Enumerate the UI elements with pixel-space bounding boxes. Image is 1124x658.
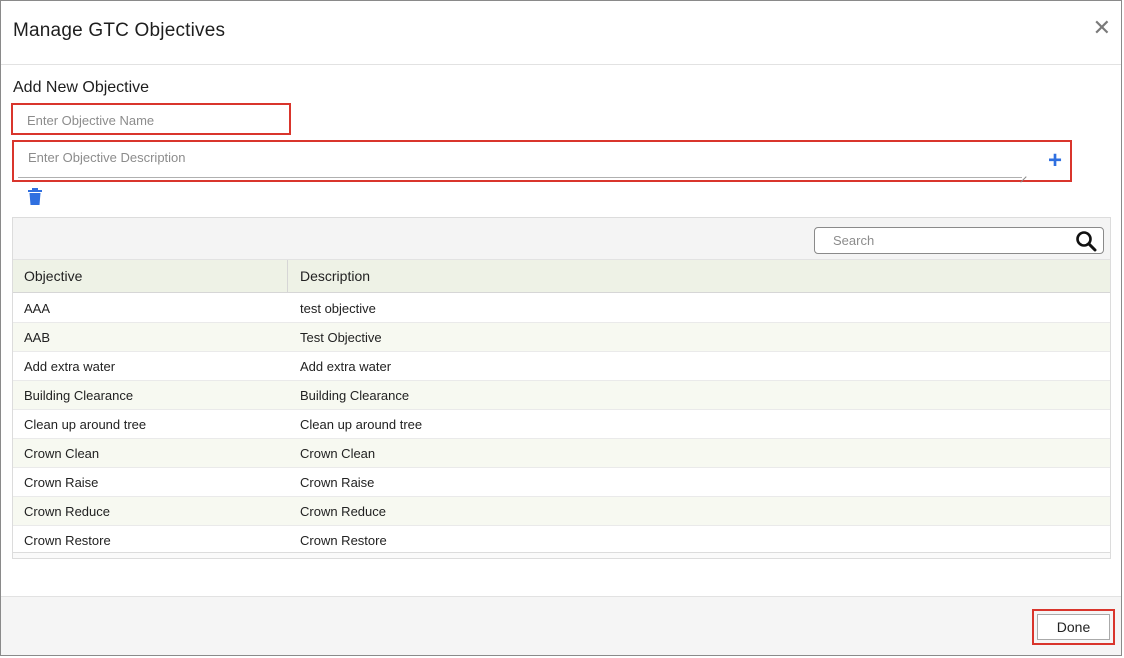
objective-description-highlight: + — [12, 140, 1072, 183]
description-cell: Crown Restore — [300, 533, 387, 548]
table-row[interactable]: Building Clearance Building Clearance — [13, 381, 1110, 410]
objective-cell: Crown Raise — [24, 475, 99, 490]
search-icon[interactable] — [1075, 230, 1097, 252]
grid-toolbar — [13, 218, 1110, 260]
table-row[interactable]: Crown Clean Crown Clean — [13, 439, 1110, 468]
description-cell: test objective — [300, 301, 376, 316]
table-row[interactable]: Crown Reduce Crown Reduce — [13, 497, 1110, 526]
table-row[interactable]: AAA test objective — [13, 294, 1110, 323]
description-cell: Clean up around tree — [300, 417, 423, 432]
dialog-header: Manage GTC Objectives ✕ — [1, 1, 1121, 65]
plus-icon[interactable]: + — [1043, 148, 1067, 174]
done-button[interactable]: Done — [1037, 614, 1110, 640]
objective-cell: AAB — [24, 330, 51, 345]
close-icon[interactable]: ✕ — [1093, 17, 1111, 39]
table-row[interactable]: Clean up around tree Clean up around tre… — [13, 410, 1110, 439]
description-cell: Crown Clean — [300, 446, 376, 461]
description-cell: Crown Raise — [300, 475, 375, 490]
objective-cell: AAA — [24, 301, 51, 316]
dialog-title: Manage GTC Objectives — [13, 20, 226, 41]
description-cell: Building Clearance — [300, 388, 410, 403]
search-box — [814, 227, 1104, 254]
objective-cell: Clean up around tree — [24, 417, 147, 432]
grid-footer — [13, 552, 1110, 558]
objective-cell: Crown Restore — [24, 533, 111, 548]
description-cell: Add extra water — [300, 359, 392, 374]
table-row[interactable]: Add extra water Add extra water — [13, 352, 1110, 381]
manage-objectives-dialog: Manage GTC Objectives ✕ Add New Objectiv… — [0, 0, 1122, 656]
done-highlight: Done — [1032, 609, 1115, 645]
objective-name-input[interactable] — [17, 109, 283, 131]
objective-cell: Crown Clean — [24, 446, 100, 461]
objective-cell: Add extra water — [24, 359, 116, 374]
objective-cell: Building Clearance — [24, 388, 134, 403]
dialog-footer: Done — [1, 596, 1121, 655]
table-row[interactable]: Crown Raise Crown Raise — [13, 468, 1110, 497]
description-cell: Test Objective — [300, 330, 382, 345]
search-input[interactable] — [823, 231, 1063, 250]
objective-name-highlight — [11, 103, 291, 135]
table-row[interactable]: AAB Test Objective — [13, 323, 1110, 352]
objectives-grid: Objective Description AAA test objective… — [12, 217, 1111, 559]
column-header-description[interactable]: Description — [288, 260, 1110, 293]
trash-icon[interactable] — [27, 188, 43, 206]
objective-description-input[interactable] — [18, 146, 1022, 178]
grid-header-row: Objective Description — [13, 260, 1110, 293]
description-cell: Crown Reduce — [300, 504, 386, 519]
column-header-objective[interactable]: Objective — [13, 260, 288, 293]
grid-body: AAA test objective AAB Test Objective Ad… — [13, 294, 1110, 552]
add-objective-heading: Add New Objective — [13, 79, 150, 96]
objective-cell: Crown Reduce — [24, 504, 110, 519]
table-row[interactable]: Crown Restore Crown Restore — [13, 526, 1110, 552]
